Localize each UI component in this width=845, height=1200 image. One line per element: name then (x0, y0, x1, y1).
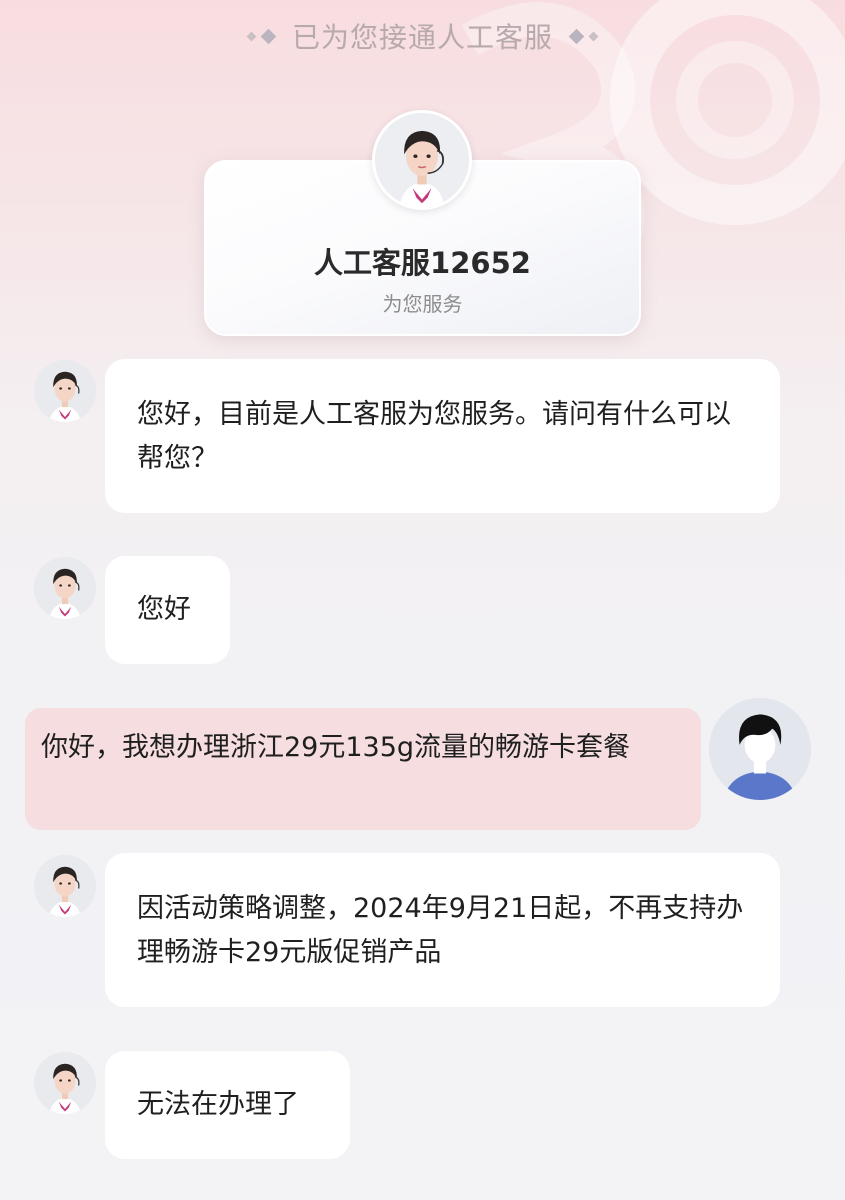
agent-avatar-icon (34, 855, 96, 917)
agent-avatar-icon (34, 557, 96, 619)
user-avatar-icon (709, 698, 811, 800)
agent-avatar (34, 360, 96, 422)
connection-banner: 已为您接通人工客服 (0, 16, 845, 56)
agent-message-bubble: 无法在办理了 (105, 1051, 350, 1159)
agent-message-bubble: 您好，目前是人工客服为您服务。请问有什么可以帮您？ (105, 359, 780, 513)
message-text: 您好 (137, 594, 191, 625)
agent-avatar-icon (34, 360, 96, 422)
message-text: 因活动策略调整，2024年9月21日起，不再支持办理畅游卡29元版促销产品 (137, 893, 744, 968)
agent-card-avatar (372, 110, 472, 210)
user-message-bubble: 你好，我想办理浙江29元135g流量的畅游卡套餐 (25, 708, 701, 830)
agent-avatar-icon (34, 1052, 96, 1114)
right-decoration-dots (568, 28, 599, 44)
agent-avatar (34, 855, 96, 917)
left-decoration-dots (246, 28, 277, 44)
message-text: 无法在办理了 (137, 1089, 299, 1120)
agent-message-bubble: 您好 (105, 556, 230, 664)
user-avatar (709, 698, 811, 800)
agent-avatar-icon (375, 113, 469, 207)
message-text: 你好，我想办理浙江29元135g流量的畅游卡套餐 (41, 732, 631, 763)
agent-avatar (34, 557, 96, 619)
connection-banner-text: 已为您接通人工客服 (291, 21, 553, 54)
agent-name: 人工客服12652 (314, 246, 531, 280)
agent-message-bubble: 因活动策略调整，2024年9月21日起，不再支持办理畅游卡29元版促销产品 (105, 853, 780, 1007)
agent-subtitle: 为您服务 (382, 292, 463, 316)
message-text: 您好，目前是人工客服为您服务。请问有什么可以帮您？ (137, 399, 731, 474)
agent-avatar (34, 1052, 96, 1114)
